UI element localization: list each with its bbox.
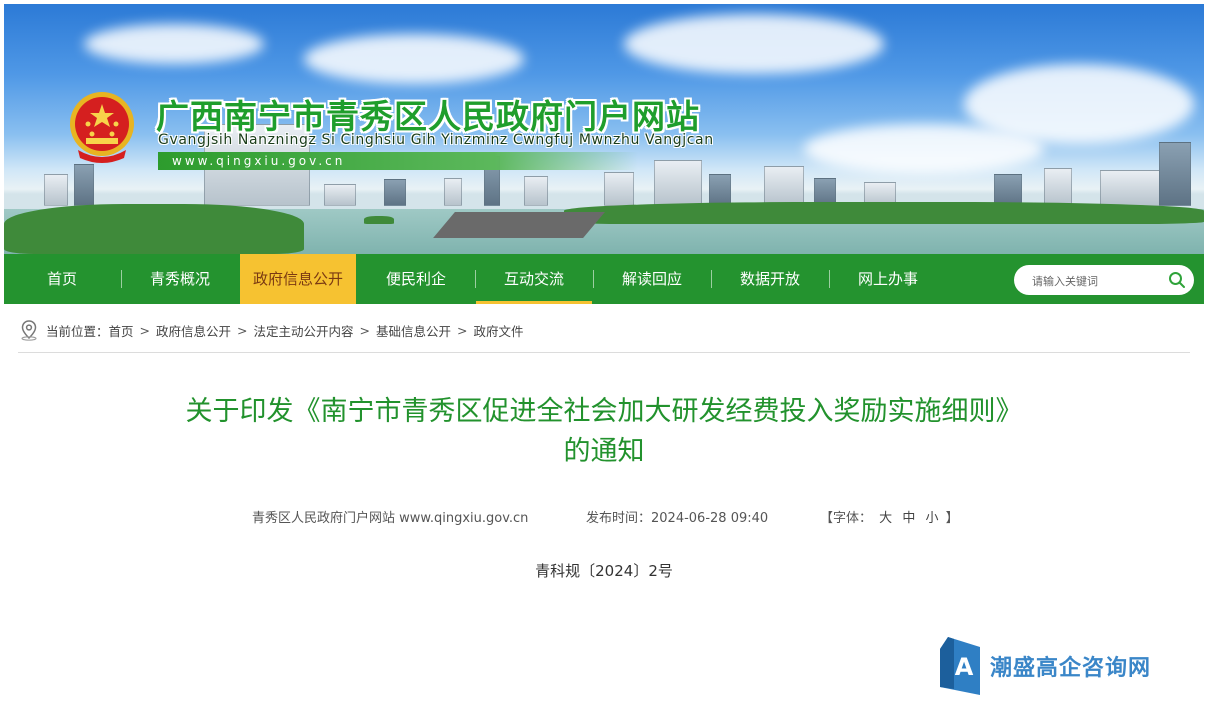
font-size-large[interactable]: 大 xyxy=(879,511,892,526)
nav-item-interpretation[interactable]: 解读回应 xyxy=(594,254,710,304)
breadcrumb-separator: > xyxy=(359,322,371,338)
breadcrumb-divider xyxy=(18,352,1190,353)
nav-item-home[interactable]: 首页 xyxy=(4,254,120,304)
banner-cloud xyxy=(964,64,1194,144)
nav-item-overview[interactable]: 青秀概况 xyxy=(122,254,238,304)
banner-trees xyxy=(4,204,304,254)
building xyxy=(709,174,731,206)
page: 广西南宁市青秀区人民政府门户网站 Gvangjsih Nanzningz Si … xyxy=(4,4,1204,702)
building xyxy=(44,174,68,206)
article-title-line2: 的通知 xyxy=(563,436,645,467)
breadcrumb-prefix: 当前位置： xyxy=(46,323,109,339)
site-subtitle: Gvangjsih Nanzningz Si Cinghsiu Gih Yinz… xyxy=(158,132,714,148)
watermark-logo-letter: A xyxy=(955,653,974,681)
search-input[interactable] xyxy=(1030,271,1164,291)
breadcrumb-home[interactable]: 首页 xyxy=(109,321,134,340)
building xyxy=(1159,142,1191,206)
search-icon[interactable] xyxy=(1168,271,1186,289)
document-number: 青科规〔2024〕2号 xyxy=(535,562,673,580)
building xyxy=(524,176,548,206)
nav-item-interaction[interactable]: 互动交流 xyxy=(476,254,592,304)
building xyxy=(444,178,462,206)
breadcrumb-basic-info[interactable]: 基础信息公开 xyxy=(376,321,451,340)
location-pin-icon xyxy=(21,320,37,341)
breadcrumb-statutory[interactable]: 法定主动公开内容 xyxy=(254,321,354,340)
building xyxy=(1044,168,1072,206)
watermark-logo-icon: A xyxy=(940,637,980,695)
breadcrumb: 当前位置： 首页 > 政府信息公开 > 法定主动公开内容 > 基础信息公开 > … xyxy=(18,320,524,341)
banner-trees xyxy=(564,202,1204,224)
banner-cloud xyxy=(624,14,884,74)
publish-time: 2024-06-28 09:40 xyxy=(651,511,769,526)
font-size-label-close: 】 xyxy=(945,511,959,526)
site-url[interactable]: www.qingxiu.gov.cn xyxy=(158,152,638,170)
nav-item-gov-info[interactable]: 政府信息公开 xyxy=(240,254,356,304)
nav-item-services[interactable]: 便民利企 xyxy=(358,254,474,304)
banner-trees xyxy=(364,216,394,224)
building xyxy=(384,179,406,206)
nav-item-open-data[interactable]: 数据开放 xyxy=(712,254,828,304)
breadcrumb-gov-info[interactable]: 政府信息公开 xyxy=(156,321,231,340)
breadcrumb-separator: > xyxy=(139,322,151,338)
font-size-medium[interactable]: 中 xyxy=(902,511,915,526)
article-source: 青秀区人民政府门户网站 www.qingxiu.gov.cn xyxy=(252,511,529,526)
banner-cloud xyxy=(304,34,524,84)
building xyxy=(74,164,94,206)
national-emblem-icon xyxy=(70,92,134,163)
font-size-label: 【字体： xyxy=(820,511,873,526)
breadcrumb-separator: > xyxy=(237,322,248,338)
watermark-text: 潮盛高企咨询网 xyxy=(990,655,1152,681)
header-banner: 广西南宁市青秀区人民政府门户网站 Gvangjsih Nanzningz Si … xyxy=(4,4,1204,254)
building xyxy=(764,166,804,206)
publish-label: 发布时间： xyxy=(586,511,652,526)
banner-cloud xyxy=(84,24,264,64)
building xyxy=(324,184,356,206)
banner-bridge xyxy=(433,212,605,238)
main-nav: 首页 青秀概况 政府信息公开 便民利企 互动交流 解读回应 数据开放 网上办事 xyxy=(4,254,1204,304)
article-title: 关于印发《南宁市青秀区促进全社会加大研发经费投入奖励实施细则》 的通知 xyxy=(4,392,1204,472)
nav-item-online-services[interactable]: 网上办事 xyxy=(830,254,946,304)
article-publish: 发布时间：2024-06-28 09:40 xyxy=(586,507,768,526)
breadcrumb-separator: > xyxy=(457,322,468,338)
breadcrumb-gov-docs[interactable]: 政府文件 xyxy=(474,321,524,340)
article-title-line1: 关于印发《南宁市青秀区促进全社会加大研发经费投入奖励实施细则》 xyxy=(185,396,1023,427)
building xyxy=(654,160,702,206)
watermark: A 潮盛高企咨询网 xyxy=(940,637,1151,695)
search-box xyxy=(1014,265,1194,295)
font-size-small[interactable]: 小 xyxy=(925,511,938,526)
site-title: 广西南宁市青秀区人民政府门户网站 xyxy=(156,97,700,136)
font-size-control: 【字体： 大 中 小 】 xyxy=(820,507,959,526)
building xyxy=(1100,170,1162,206)
building xyxy=(604,172,634,206)
